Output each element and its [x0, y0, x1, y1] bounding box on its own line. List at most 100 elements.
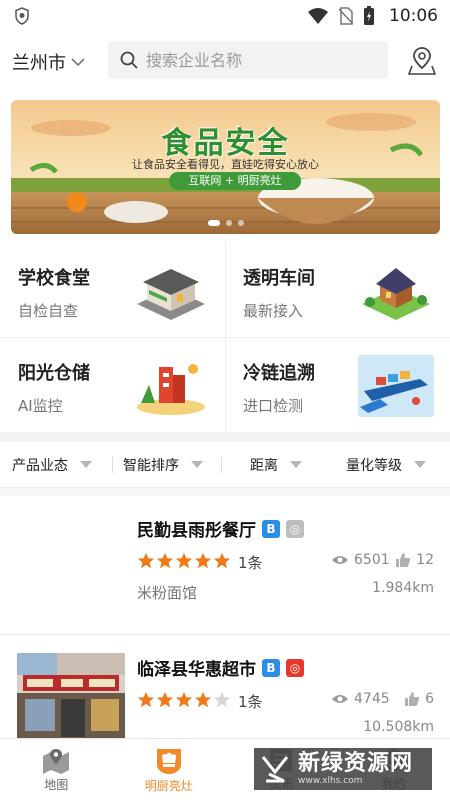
- thumbs-up-icon: [405, 692, 420, 706]
- carousel-dots: [11, 220, 440, 226]
- store-distance: 1.984km: [372, 580, 434, 596]
- store-name-row: 临泽县华惠超市 B ◎: [137, 655, 304, 680]
- status-bar: 10:06: [0, 0, 450, 32]
- search-icon: [120, 51, 138, 69]
- feature-cold-chain[interactable]: 冷链追溯 进口检测: [225, 337, 450, 432]
- search-box[interactable]: [108, 41, 388, 79]
- feature-subtitle: 自检自查: [18, 302, 79, 320]
- filter-product-type[interactable]: 产品业态: [0, 442, 112, 488]
- store-distance: 10.508km: [363, 719, 434, 735]
- shield-icon: [15, 7, 29, 25]
- location-pin-icon[interactable]: [408, 46, 436, 76]
- like-number: 12: [416, 552, 434, 568]
- filter-distance[interactable]: 距离: [222, 442, 332, 488]
- feature-subtitle: 进口检测: [243, 397, 304, 415]
- like-count[interactable]: 12: [395, 552, 434, 568]
- carousel-dot: [225, 220, 232, 226]
- eye-icon: [332, 695, 348, 703]
- store-category: 米粉面馆: [137, 584, 198, 602]
- feature-subtitle: 最新接入: [243, 302, 304, 320]
- grade-badge: B: [262, 658, 280, 677]
- battery-icon: [364, 6, 374, 25]
- feature-title: 透明车间: [243, 268, 315, 289]
- star-filled-icon: [156, 691, 174, 708]
- feature-transparent-workshop[interactable]: 透明车间 最新接入: [225, 242, 450, 337]
- feature-grid: 学校食堂 自检自查 透明车间 最新接入 阳光仓储 AI监控 冷链追溯 进口检测: [0, 242, 450, 432]
- filter-bar: 产品业态 智能排序 距离 量化等级: [0, 442, 450, 488]
- star-filled-icon: [194, 691, 212, 708]
- carousel-dot: [237, 220, 244, 226]
- store-photo: [17, 653, 125, 741]
- chevron-down-icon: [71, 58, 85, 67]
- certified-badge: ◎: [286, 658, 304, 677]
- view-number: 6501: [354, 552, 390, 568]
- view-count: 4745: [331, 691, 390, 707]
- filter-smart-sort[interactable]: 智能排序: [113, 442, 221, 488]
- tab-label: 明厨亮灶: [144, 779, 193, 793]
- caret-down-icon: [80, 461, 92, 468]
- caret-down-icon: [191, 461, 203, 468]
- top-header: 兰州市: [0, 32, 450, 90]
- feature-subtitle: AI监控: [18, 397, 63, 415]
- feature-title: 阳光仓储: [18, 363, 90, 384]
- filter-label: 智能排序: [123, 457, 179, 474]
- transparent-workshop-icon: [362, 268, 430, 320]
- rating-stars: [137, 552, 231, 570]
- warehouse-icon: [137, 364, 205, 415]
- no-sim-icon: [339, 7, 353, 25]
- grade-badge: B: [262, 519, 280, 538]
- star-filled-icon: [194, 552, 212, 569]
- feature-school-canteen[interactable]: 学校食堂 自检自查: [0, 242, 225, 337]
- map-pin-icon: [43, 749, 70, 774]
- chef-hat-icon: [156, 749, 181, 774]
- star-empty-icon: [213, 691, 231, 708]
- like-count[interactable]: 6: [404, 691, 434, 707]
- star-filled-icon: [213, 552, 231, 569]
- section-gap: [0, 432, 450, 442]
- banner-subtitle: 让食品安全看得见，直娃吃得安心放心: [132, 158, 319, 171]
- filter-rating-level[interactable]: 量化等级: [332, 442, 450, 488]
- tab-map[interactable]: 地图: [0, 739, 113, 800]
- banner-tag: 互联网 + 明厨亮灶: [169, 172, 301, 190]
- system-icons: 10:06: [307, 5, 438, 27]
- review-count: 1条: [238, 693, 263, 711]
- star-filled-icon: [137, 691, 155, 708]
- search-input[interactable]: [146, 50, 376, 70]
- feature-sunshine-warehouse[interactable]: 阳光仓储 AI监控: [0, 337, 225, 432]
- watermark-text: 新绿资源网: [298, 751, 414, 776]
- watermark-logo: [261, 756, 289, 783]
- like-number: 6: [425, 691, 434, 707]
- carousel-dot: [207, 220, 220, 226]
- filter-label: 距离: [250, 457, 278, 474]
- thumbs-up-icon: [396, 553, 411, 567]
- wifi-icon: [308, 8, 328, 24]
- cold-chain-ship-icon: [358, 355, 434, 417]
- rating-stars: [137, 691, 231, 709]
- list-item[interactable]: 民勤县雨彤餐厅 B ◎ 1条 6501 12 米粉面馆 1.984km: [0, 496, 450, 634]
- star-filled-icon: [175, 691, 193, 708]
- star-filled-icon: [175, 552, 193, 569]
- watermark: 新绿资源网 www.xlhs.com: [254, 748, 432, 790]
- review-count: 1条: [238, 554, 263, 572]
- city-label: 兰州市: [12, 53, 66, 74]
- watermark-text-group: 新绿资源网 www.xlhs.com: [298, 751, 414, 787]
- filter-label: 产品业态: [12, 457, 68, 474]
- tab-bright-kitchen[interactable]: 明厨亮灶: [113, 739, 226, 800]
- view-number: 4745: [354, 691, 390, 707]
- feature-title: 学校食堂: [18, 268, 90, 289]
- caret-down-icon: [290, 461, 302, 468]
- store-name: 临泽县华惠超市: [137, 660, 256, 680]
- school-canteen-icon: [137, 269, 205, 320]
- feature-title: 冷链追溯: [243, 363, 315, 384]
- storefront-image: [17, 653, 125, 741]
- certified-badge: ◎: [286, 519, 304, 538]
- eye-icon: [332, 556, 348, 564]
- star-filled-icon: [137, 552, 155, 569]
- store-name: 民勤县雨彤餐厅: [137, 521, 256, 541]
- promo-banner[interactable]: 食品安全 让食品安全看得见，直娃吃得安心放心 互联网 + 明厨亮灶: [11, 100, 440, 234]
- tab-label: 地图: [44, 778, 69, 792]
- watermark-url: www.xlhs.com: [298, 776, 363, 786]
- city-selector[interactable]: 兰州市: [12, 49, 86, 75]
- filter-label: 量化等级: [346, 457, 402, 474]
- store-name-row: 民勤县雨彤餐厅 B ◎: [137, 516, 304, 541]
